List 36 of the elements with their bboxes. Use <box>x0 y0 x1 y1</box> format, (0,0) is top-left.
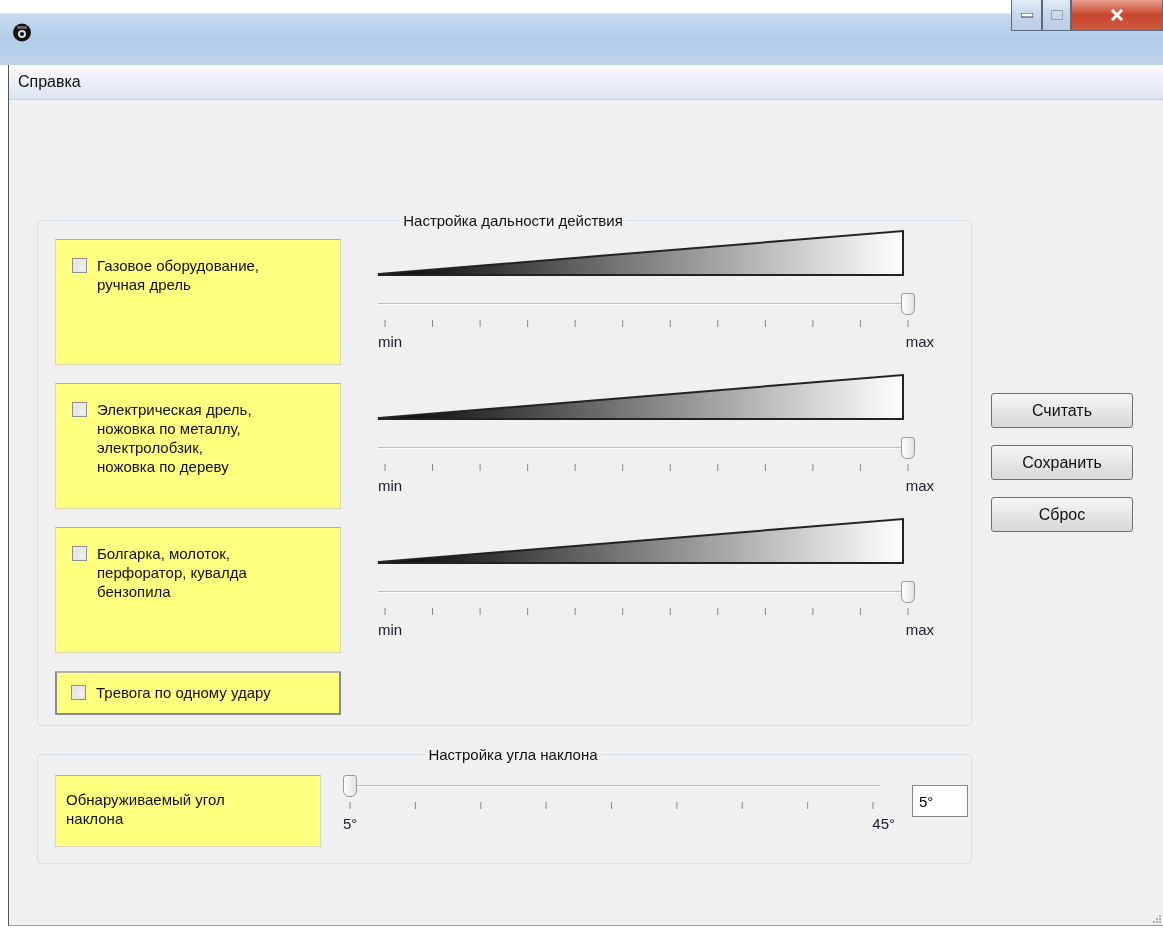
max-label: 45° <box>872 815 895 832</box>
slider-thumb[interactable] <box>901 293 915 315</box>
max-label: max <box>905 621 934 638</box>
max-label: max <box>905 333 934 350</box>
max-label: max <box>905 477 934 494</box>
minimize-icon <box>1020 12 1033 18</box>
action-button[interactable]: Сохранить <box>991 445 1133 480</box>
menu-item[interactable]: Справка <box>9 73 90 91</box>
min-label: min <box>378 333 403 350</box>
app-icon <box>12 22 32 42</box>
close-button[interactable] <box>1071 0 1163 31</box>
checkbox[interactable] <box>72 546 87 561</box>
option-label: Обнаруживаемый угол наклона <box>66 790 225 828</box>
maximize-icon <box>1050 10 1063 20</box>
option-label: Тревога по одному удару <box>96 683 271 702</box>
group-title: Настройка угла наклона <box>427 746 599 763</box>
group-title: Настройка дальности действия <box>402 212 624 229</box>
minimize-button[interactable] <box>1011 0 1042 31</box>
maximize-button[interactable] <box>1042 0 1071 31</box>
angle-field[interactable]: 5° <box>912 785 968 817</box>
checkbox[interactable] <box>72 258 87 273</box>
checkbox[interactable] <box>72 402 87 417</box>
option-label: Электрическая дрель, ножовка по металлу, электролобзик, ножовка по дереву <box>97 400 252 476</box>
option-label: Болгарка, молоток, перфоратор, кувалда бензопила <box>97 544 247 601</box>
close-icon <box>1110 9 1124 21</box>
min-label: min <box>378 621 403 638</box>
action-button[interactable]: Считать <box>991 393 1133 428</box>
action-button[interactable]: Сброс <box>991 497 1133 532</box>
resize-grip-icon[interactable] <box>1151 913 1161 923</box>
checkbox[interactable] <box>71 685 86 700</box>
min-label: 5° <box>343 815 358 832</box>
option-label: Газовое оборудование, ручная дрель <box>97 256 260 294</box>
slider-thumb[interactable] <box>901 581 915 603</box>
slider-thumb[interactable] <box>343 775 357 797</box>
slider-thumb[interactable] <box>901 437 915 459</box>
min-label: min <box>378 477 403 494</box>
